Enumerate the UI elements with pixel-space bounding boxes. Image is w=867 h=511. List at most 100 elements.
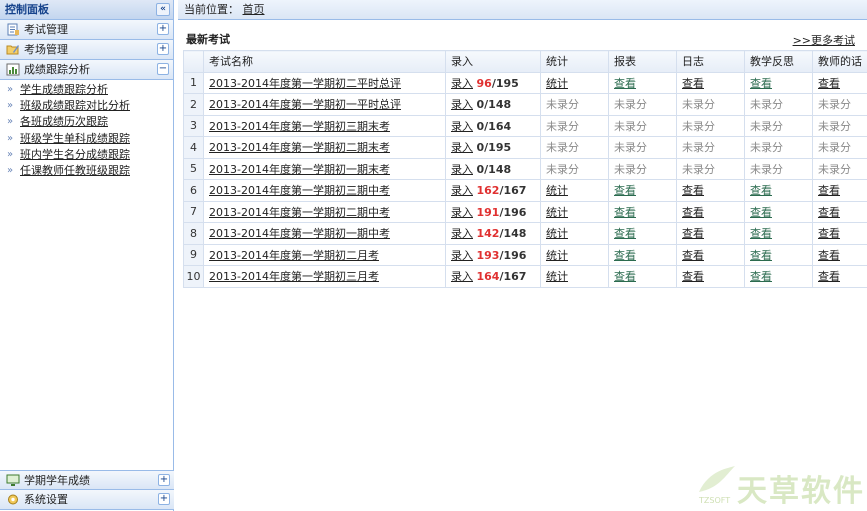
report-view-link: 未录分 xyxy=(614,98,647,112)
statistics-link[interactable]: 统计 xyxy=(546,249,568,262)
breadcrumb-label: 当前位置： xyxy=(184,3,239,16)
document-icon xyxy=(7,23,19,36)
teacher-words-view-link[interactable]: 查看 xyxy=(818,184,840,197)
teacher-words-view-link[interactable]: 查看 xyxy=(818,206,840,219)
teacher-words-view-link[interactable]: 查看 xyxy=(818,227,840,240)
exam-name-link[interactable]: 2013-2014年度第一学期初一期末考 xyxy=(209,163,390,176)
link-class-score-comparison[interactable]: 班级成绩跟踪对比分析 xyxy=(0,98,173,114)
reflection-view-link[interactable]: 查看 xyxy=(750,249,772,262)
header-teacher-words: 教师的话 xyxy=(812,50,867,73)
section-score-tracking[interactable]: 成绩跟踪分析 − xyxy=(0,60,173,80)
entry-link[interactable]: 录入 xyxy=(451,184,473,197)
link-class-subject-tracking[interactable]: 班级学生单科成绩跟踪 xyxy=(0,131,173,147)
exam-name-cell: 2013-2014年度第一学期初三月考 xyxy=(203,265,446,288)
reflection-view-link[interactable]: 查看 xyxy=(750,270,772,283)
log-view-link[interactable]: 查看 xyxy=(682,206,704,219)
log-cell: 查看 xyxy=(676,243,745,266)
more-exams-link[interactable]: >>更多考试 xyxy=(793,32,855,48)
log-view-link[interactable]: 查看 xyxy=(682,184,704,197)
reflection-cell: 未录分 xyxy=(744,157,813,180)
score-tracking-links: 学生成绩跟踪分析 班级成绩跟踪对比分析 各班成绩历次跟踪 班级学生单科成绩跟踪 … xyxy=(0,80,173,179)
log-view-link[interactable]: 查看 xyxy=(682,249,704,262)
reflection-view-link[interactable]: 查看 xyxy=(750,77,772,90)
statistics-link[interactable]: 统计 xyxy=(546,77,568,90)
section-system-settings[interactable]: 系统设置 + xyxy=(0,490,174,510)
exam-name-link[interactable]: 2013-2014年度第一学期初二期中考 xyxy=(209,206,390,219)
entry-link[interactable]: 录入 xyxy=(451,206,473,219)
exam-name-cell: 2013-2014年度第一学期初一平时总评 xyxy=(203,93,446,116)
exam-name-link[interactable]: 2013-2014年度第一学期初一期中考 xyxy=(209,227,390,240)
statistics-link[interactable]: 统计 xyxy=(546,206,568,219)
exam-name-link[interactable]: 2013-2014年度第一学期初二期末考 xyxy=(209,141,390,154)
report-view-link[interactable]: 查看 xyxy=(614,249,636,262)
log-view-link[interactable]: 查看 xyxy=(682,227,704,240)
total-count: /148 xyxy=(499,227,527,241)
teacher-words-view-link[interactable]: 查看 xyxy=(818,270,840,283)
reflection-view-link[interactable]: 查看 xyxy=(750,184,772,197)
table-row: 6 2013-2014年度第一学期初三期中考 录入 162/167 统计 查看 查看 查看 查… xyxy=(183,179,867,202)
expand-icon[interactable]: + xyxy=(157,43,169,55)
reflection-view-link[interactable]: 查看 xyxy=(750,206,772,219)
report-view-link[interactable]: 查看 xyxy=(614,77,636,90)
reflection-cell: 查看 xyxy=(744,265,813,288)
reflection-cell: 查看 xyxy=(744,222,813,245)
entry-cell: 录入 0/148 xyxy=(445,157,541,180)
entry-link[interactable]: 录入 xyxy=(451,141,473,154)
expand-icon[interactable]: + xyxy=(158,493,170,505)
log-cell: 查看 xyxy=(676,222,745,245)
report-view-link[interactable]: 查看 xyxy=(614,270,636,283)
report-view-link[interactable]: 查看 xyxy=(614,206,636,219)
statistics-link[interactable]: 统计 xyxy=(546,227,568,240)
teacher-words-view-link: 未录分 xyxy=(818,162,851,176)
entry-link[interactable]: 录入 xyxy=(451,77,473,90)
report-cell: 查看 xyxy=(608,179,677,202)
entry-link[interactable]: 录入 xyxy=(451,270,473,283)
entered-count: 191 xyxy=(476,205,500,219)
exam-name-link[interactable]: 2013-2014年度第一学期初三期中考 xyxy=(209,184,390,197)
exam-name-link[interactable]: 2013-2014年度第一学期初三期末考 xyxy=(209,120,390,133)
breadcrumb-home-link[interactable]: 首页 xyxy=(243,3,265,16)
link-class-history-tracking[interactable]: 各班成绩历次跟踪 xyxy=(0,114,173,130)
exams-table-body: 1 2013-2014年度第一学期初二平时总评 录入 96/195 统计 查看 查看 查看查… xyxy=(183,71,867,288)
log-cell: 查看 xyxy=(676,179,745,202)
reflection-view-link[interactable]: 查看 xyxy=(750,227,772,240)
link-teacher-class-tracking[interactable]: 任课教师任教班级跟踪 xyxy=(0,163,173,179)
entry-link[interactable]: 录入 xyxy=(451,163,473,176)
teacher-words-cell: 查看 xyxy=(812,265,867,288)
exam-name-link[interactable]: 2013-2014年度第一学期初三月考 xyxy=(209,270,379,283)
exam-name-link[interactable]: 2013-2014年度第一学期初二平时总评 xyxy=(209,77,401,90)
row-index: 2 xyxy=(183,93,204,116)
link-student-score-tracking[interactable]: 学生成绩跟踪分析 xyxy=(0,82,173,98)
log-view-link[interactable]: 查看 xyxy=(682,77,704,90)
exam-name-cell: 2013-2014年度第一学期初二期末考 xyxy=(203,136,446,159)
reflection-view-link: 未录分 xyxy=(750,162,783,176)
table-header-row: 考试名称 录入 统计 报表 日志 教学反思 教师的话 xyxy=(183,50,867,73)
section-term-year-scores[interactable]: 学期学年成绩 + xyxy=(0,470,174,490)
entry-link[interactable]: 录入 xyxy=(451,249,473,262)
entry-link[interactable]: 录入 xyxy=(451,120,473,133)
reflection-cell: 查看 xyxy=(744,71,813,94)
entry-link[interactable]: 录入 xyxy=(451,227,473,240)
entered-count: 0 xyxy=(476,141,485,155)
exam-name-link[interactable]: 2013-2014年度第一学期初一平时总评 xyxy=(209,98,401,111)
exam-name-link[interactable]: 2013-2014年度第一学期初二月考 xyxy=(209,249,379,262)
expand-icon[interactable]: + xyxy=(157,23,169,35)
section-room-management[interactable]: 考场管理 + xyxy=(0,40,173,60)
table-row: 5 2013-2014年度第一学期初一期末考 录入 0/148 未录分 未录分 未录分 未录… xyxy=(183,157,867,180)
section-exam-management[interactable]: 考试管理 + xyxy=(0,20,173,40)
header-entry: 录入 xyxy=(445,50,541,73)
teacher-words-view-link[interactable]: 查看 xyxy=(818,249,840,262)
statistics-link[interactable]: 统计 xyxy=(546,184,568,197)
link-in-class-rank-tracking[interactable]: 班内学生名分成绩跟踪 xyxy=(0,147,173,163)
entry-link[interactable]: 录入 xyxy=(451,98,473,111)
log-view-link[interactable]: 查看 xyxy=(682,270,704,283)
section-label: 考试管理 xyxy=(24,23,68,36)
report-view-link[interactable]: 查看 xyxy=(614,184,636,197)
statistics-link[interactable]: 统计 xyxy=(546,270,568,283)
report-view-link[interactable]: 查看 xyxy=(614,227,636,240)
teacher-words-view-link[interactable]: 查看 xyxy=(818,77,840,90)
statistics-cell: 未录分 xyxy=(540,136,609,159)
expand-icon[interactable]: + xyxy=(158,474,170,486)
collapse-sidebar-button[interactable]: « xyxy=(156,3,170,16)
collapse-icon[interactable]: − xyxy=(157,63,169,75)
